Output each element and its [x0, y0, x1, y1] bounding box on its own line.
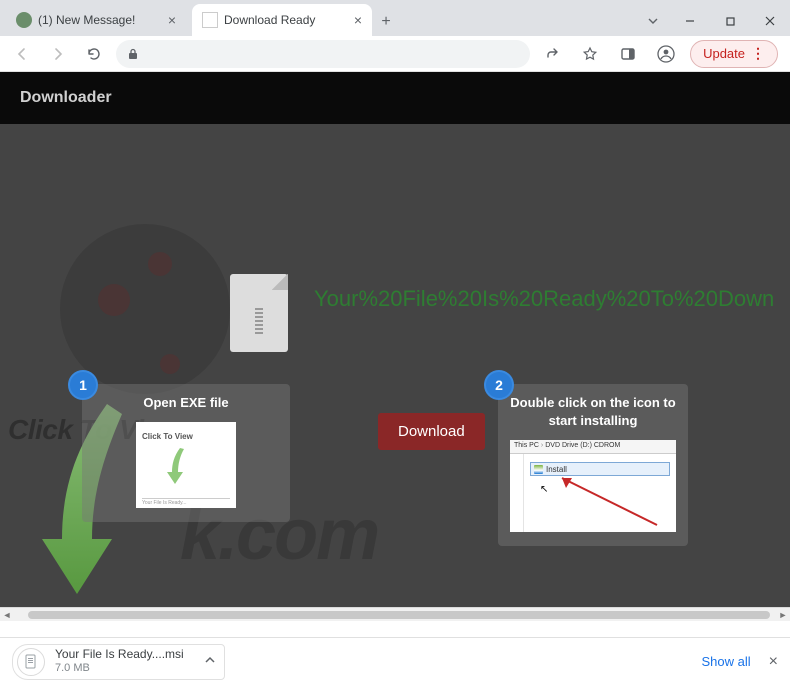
browser-tab[interactable]: (1) New Message! × [6, 4, 186, 36]
update-button[interactable]: Update ⋮ [690, 40, 778, 68]
window-minimize-button[interactable] [670, 6, 710, 36]
back-button[interactable] [8, 40, 36, 68]
file-icon [230, 274, 288, 352]
scroll-left-icon[interactable]: ◄ [0, 610, 14, 620]
installer-icon [534, 465, 543, 474]
tab-favicon [16, 12, 32, 28]
address-bar[interactable] [116, 40, 530, 68]
download-filename: Your File Is Ready....msi [55, 648, 184, 662]
tab-title: Download Ready [224, 13, 315, 27]
bookmark-icon[interactable] [576, 40, 604, 68]
update-label: Update [703, 46, 745, 61]
download-shelf: Your File Is Ready....msi 7.0 MB Show al… [0, 637, 790, 685]
share-icon[interactable] [538, 40, 566, 68]
profile-icon[interactable] [652, 40, 680, 68]
arrow-pointer-icon [552, 470, 662, 530]
cursor-icon: ↖ [540, 484, 548, 495]
step-thumbnail: Click To View Your File Is Ready... [136, 422, 236, 508]
watermark-logo [60, 224, 230, 394]
forward-button[interactable] [44, 40, 72, 68]
browser-tab[interactable]: Download Ready × [192, 4, 372, 36]
scrollbar-thumb[interactable] [28, 611, 770, 619]
menu-dots-icon: ⋮ [751, 45, 765, 62]
page-headline: Your%20File%20Is%20Ready%20To%20Down [314, 286, 774, 312]
page-content: Downloader Click To View k.com Your%20Fi… [0, 72, 790, 621]
page-header: Downloader [0, 72, 790, 124]
tab-dropdown-icon[interactable] [644, 6, 662, 36]
page-viewport: Downloader Click To View k.com Your%20Fi… [0, 72, 790, 621]
arrow-down-icon [164, 446, 186, 486]
window-maximize-button[interactable] [710, 6, 750, 36]
reload-button[interactable] [80, 40, 108, 68]
side-panel-icon[interactable] [614, 40, 642, 68]
step-title: Open EXE file [94, 394, 278, 412]
file-icon [23, 654, 39, 670]
close-icon[interactable]: × [168, 12, 176, 28]
lock-icon [126, 47, 140, 61]
thumb-text: Click To View [142, 432, 193, 441]
window-close-button[interactable] [750, 6, 790, 36]
page-header-title: Downloader [20, 89, 112, 107]
download-button[interactable]: Download [378, 413, 485, 450]
download-size: 7.0 MB [55, 662, 184, 675]
horizontal-scrollbar[interactable]: ◄ ► [0, 607, 790, 621]
download-item[interactable]: Your File Is Ready....msi 7.0 MB [12, 644, 225, 680]
step-thumbnail: This PC›DVD Drive (D:) CDROM Install ↖ [510, 440, 676, 532]
step-card: 2 Double click on the icon to start inst… [498, 384, 688, 546]
close-icon[interactable]: × [354, 12, 362, 28]
scroll-right-icon[interactable]: ► [776, 610, 790, 620]
tab-title: (1) New Message! [38, 13, 135, 27]
step-card: 1 Open EXE file Click To View Your File … [82, 384, 290, 522]
thumb-breadcrumb: This PC›DVD Drive (D:) CDROM [510, 440, 676, 454]
step-number-badge: 1 [68, 370, 98, 400]
new-tab-button[interactable]: + [372, 8, 400, 36]
browser-titlebar: (1) New Message! × Download Ready × + [0, 0, 790, 36]
close-icon[interactable]: × [769, 653, 778, 671]
tab-favicon [202, 12, 218, 28]
chevron-up-icon[interactable] [204, 653, 216, 671]
step-title: Double click on the icon to start instal… [510, 394, 676, 430]
step-number-badge: 2 [484, 370, 514, 400]
show-all-link[interactable]: Show all [702, 654, 751, 669]
browser-toolbar: Update ⋮ [0, 36, 790, 72]
thumb-footer: Your File Is Ready... [142, 498, 230, 504]
